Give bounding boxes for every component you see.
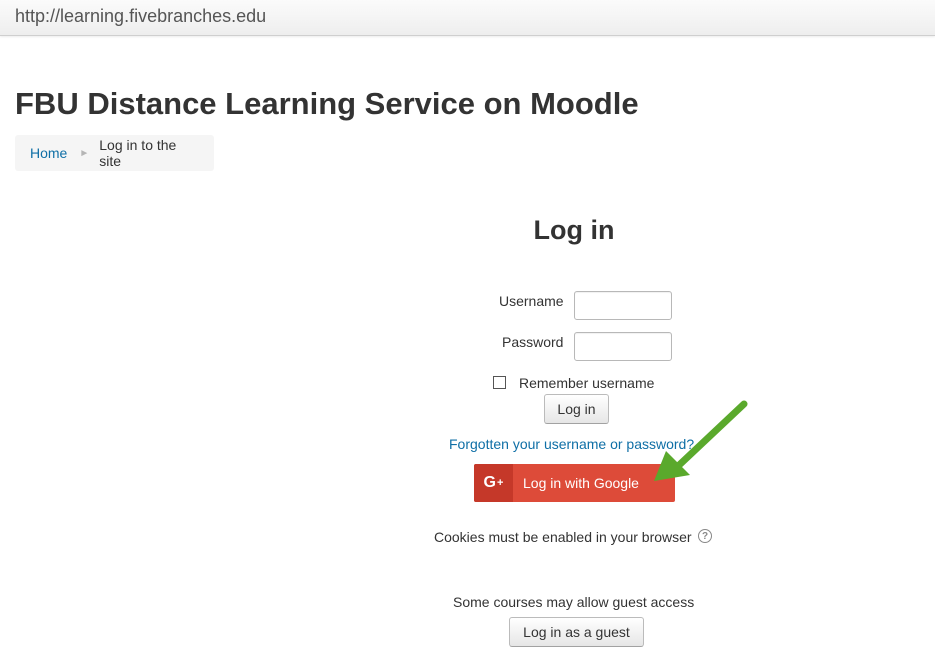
google-icon-letter: G xyxy=(483,474,496,491)
page-title: FBU Distance Learning Service on Moodle xyxy=(15,86,639,121)
login-heading: Log in xyxy=(533,215,615,245)
guest-access-notice: Some courses may allow guest access xyxy=(453,594,695,610)
breadcrumb-separator-icon: ► xyxy=(79,147,90,159)
password-input[interactable] xyxy=(574,332,672,361)
guest-login-button[interactable]: Log in as a guest xyxy=(509,617,644,647)
breadcrumb-current: Log in to the site xyxy=(99,137,177,169)
login-button[interactable]: Log in xyxy=(544,394,609,424)
remember-username-label[interactable]: Remember username xyxy=(519,375,654,391)
google-icon-plus: + xyxy=(497,477,504,489)
username-label: Username xyxy=(499,293,564,309)
remember-username-checkbox[interactable] xyxy=(493,376,506,389)
browser-address-bar[interactable]: http://learning.fivebranches.edu xyxy=(0,0,935,36)
help-icon[interactable]: ? xyxy=(698,529,712,543)
password-label: Password xyxy=(502,334,564,350)
cookies-notice: Cookies must be enabled in your browser xyxy=(434,529,692,545)
green-pointer-arrow-icon xyxy=(654,400,748,481)
breadcrumb-home-link[interactable]: Home xyxy=(30,145,67,161)
google-plus-icon: G + xyxy=(474,464,513,502)
address-url[interactable]: http://learning.fivebranches.edu xyxy=(15,6,266,27)
breadcrumb: Home ► Log in to the site xyxy=(15,135,214,171)
username-input[interactable] xyxy=(574,291,672,320)
